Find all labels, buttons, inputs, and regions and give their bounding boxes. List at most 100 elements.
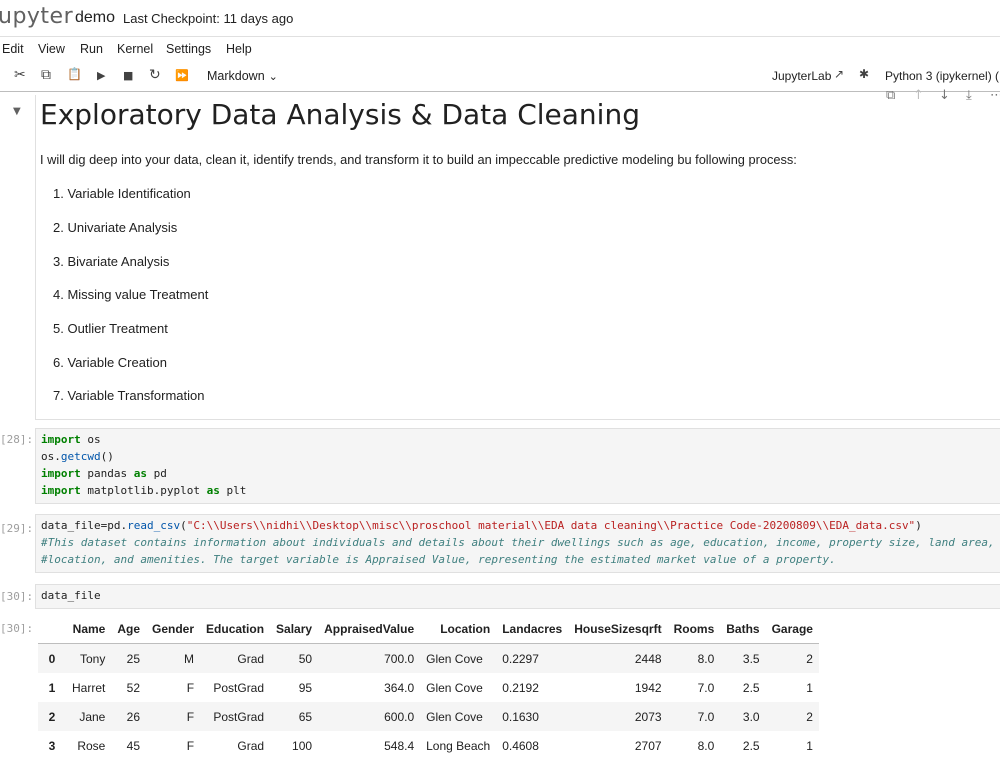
restart-icon[interactable]: ↻ bbox=[149, 67, 161, 83]
list-item: 5. Outlier Treatment bbox=[53, 321, 168, 336]
jupyterlab-link[interactable]: JupyterLab bbox=[772, 69, 831, 83]
menu-kernel[interactable]: Kernel bbox=[117, 42, 153, 56]
table-cell: F bbox=[186, 680, 195, 695]
list-item: 7. Variable Transformation bbox=[53, 388, 205, 403]
table-cell: Rose bbox=[77, 738, 106, 753]
jupyter-logo[interactable]: upyter bbox=[0, 4, 73, 29]
kernel-status-indicator: ( bbox=[995, 69, 999, 83]
table-cell: 2.5 bbox=[742, 738, 760, 753]
cell-prompt: [28]: bbox=[0, 433, 34, 446]
table-cell: 2707 bbox=[634, 738, 662, 753]
kernel-name[interactable]: Python 3 (ipykernel) bbox=[885, 69, 992, 83]
copy-icon[interactable]: ⧉ bbox=[41, 67, 51, 83]
table-cell: M bbox=[146, 643, 201, 673]
table-cell: 52 bbox=[126, 680, 141, 695]
table-cell: 50 bbox=[270, 643, 319, 673]
table-cell: 2.5 bbox=[742, 680, 760, 695]
table-cell: 25 bbox=[111, 643, 147, 673]
table-cell: 65 bbox=[270, 702, 319, 731]
table-cell: Grad bbox=[200, 643, 271, 673]
table-cell: Long Beach bbox=[426, 738, 491, 753]
cut-icon[interactable]: ✂ bbox=[14, 67, 26, 83]
code-source: import os os.getcwd() import pandas as p… bbox=[41, 433, 247, 497]
column-header: Landacres bbox=[496, 614, 569, 644]
row-index: 0 bbox=[38, 643, 66, 673]
chevron-down-icon: ⌄ bbox=[268, 70, 278, 83]
list-item: 2. Univariate Analysis bbox=[53, 220, 178, 235]
top-bar: upyter demo Last Checkpoint: 11 days ago bbox=[0, 0, 1000, 37]
table-cell: Harret bbox=[72, 680, 106, 695]
table-cell: Glen Cove bbox=[420, 702, 497, 731]
cell-type-select[interactable]: Markdown ⌄ bbox=[207, 69, 278, 83]
table-cell: 100 bbox=[292, 738, 313, 753]
table-cell: 45 bbox=[126, 738, 141, 753]
table-cell: Grad bbox=[237, 738, 265, 753]
table-cell: 7.0 bbox=[667, 702, 721, 731]
table-row: 0 Tony 25 M Grad 50 700.0 Glen Cove 0.22… bbox=[38, 643, 819, 673]
list-item: 3. Bivariate Analysis bbox=[53, 254, 170, 269]
menu-view[interactable]: View bbox=[38, 42, 65, 56]
cell-prompt: [30]: bbox=[0, 590, 34, 603]
table-row: 2 Jane 26 F PostGrad 65 600.0 Glen Cove … bbox=[38, 702, 819, 731]
code-source: data_file bbox=[41, 589, 101, 602]
fast-forward-icon[interactable]: ⏩ bbox=[175, 69, 189, 82]
table-cell: Tony bbox=[66, 643, 112, 673]
list-item: 1. Variable Identification bbox=[53, 186, 191, 201]
cell-prompt: [29]: bbox=[0, 522, 34, 535]
paste-icon[interactable]: 📋 bbox=[67, 67, 82, 81]
menu-run[interactable]: Run bbox=[80, 42, 103, 56]
list-item: 4. Missing value Treatment bbox=[53, 287, 209, 302]
table-cell: 700.0 bbox=[318, 643, 421, 673]
column-header: Rooms bbox=[667, 614, 721, 644]
bug-icon[interactable]: ✱ bbox=[859, 67, 869, 81]
column-header: Name bbox=[66, 614, 112, 644]
table-cell: Glen Cove bbox=[426, 680, 483, 695]
column-header: Garage bbox=[765, 614, 819, 644]
table-header-row: Name Age Gender Education Salary Apprais… bbox=[38, 614, 819, 644]
page-title: Exploratory Data Analysis & Data Cleanin… bbox=[40, 98, 640, 131]
table-cell: 95 bbox=[298, 680, 313, 695]
menu-edit[interactable]: Edit bbox=[2, 42, 24, 56]
table-cell: 364.0 bbox=[384, 680, 415, 695]
notebook-toolbar: ✂ ⧉ 📋 ▶ ■ ↻ ⏩ Markdown ⌄ JupyterLab ↗ ✱ P… bbox=[0, 63, 1000, 92]
table-cell: F bbox=[186, 738, 195, 753]
menu-settings[interactable]: Settings bbox=[166, 42, 211, 56]
code-source: data_file=pd.read_csv("C:\\Users\\nidhi\… bbox=[41, 519, 995, 566]
column-header: Salary bbox=[270, 614, 319, 644]
table-cell: PostGrad bbox=[200, 702, 271, 731]
table-cell: 2 bbox=[765, 702, 819, 731]
menu-help[interactable]: Help bbox=[226, 42, 252, 56]
cell-type-value: Markdown bbox=[207, 69, 265, 83]
table-cell: 2073 bbox=[568, 702, 668, 731]
table-cell: 600.0 bbox=[318, 702, 421, 731]
column-header: HouseSizesqrft bbox=[568, 614, 668, 644]
run-icon[interactable]: ▶ bbox=[97, 69, 105, 82]
list-item: 6. Variable Creation bbox=[53, 355, 167, 370]
row-index: 3 bbox=[48, 738, 56, 753]
table-cell: 0.1630 bbox=[496, 702, 569, 731]
row-index: 2 bbox=[38, 702, 66, 731]
table-cell: 548.4 bbox=[384, 738, 415, 753]
table-cell: 3.0 bbox=[720, 702, 766, 731]
dataframe-output: Name Age Gender Education Salary Apprais… bbox=[38, 614, 819, 760]
column-header: Age bbox=[111, 614, 147, 644]
table-cell: 8.0 bbox=[697, 738, 715, 753]
table-row: 3 Rose 45 F Grad 100 548.4 Long Beach 0.… bbox=[38, 731, 819, 760]
table-cell: 1 bbox=[806, 738, 813, 753]
collapse-icon[interactable]: ▼ bbox=[13, 106, 21, 117]
table-cell: PostGrad bbox=[213, 680, 265, 695]
notebook-name[interactable]: demo bbox=[75, 9, 115, 27]
code-cell[interactable] bbox=[35, 584, 1000, 609]
table-cell: 3.5 bbox=[720, 643, 766, 673]
intro-paragraph: I will dig deep into your data, clean it… bbox=[40, 152, 797, 167]
table-cell: 1 bbox=[806, 680, 813, 695]
stop-icon[interactable]: ■ bbox=[123, 69, 133, 82]
table-cell: 0.4608 bbox=[502, 738, 539, 753]
markdown-cell[interactable] bbox=[35, 95, 1000, 420]
column-header: Baths bbox=[720, 614, 766, 644]
table-cell: 0.2297 bbox=[496, 643, 569, 673]
output-prompt: [30]: bbox=[0, 622, 34, 635]
table-cell: Glen Cove bbox=[420, 643, 497, 673]
row-index: 1 bbox=[48, 680, 56, 695]
table-row: 1 Harret 52 F PostGrad 95 364.0 Glen Cov… bbox=[38, 673, 819, 702]
